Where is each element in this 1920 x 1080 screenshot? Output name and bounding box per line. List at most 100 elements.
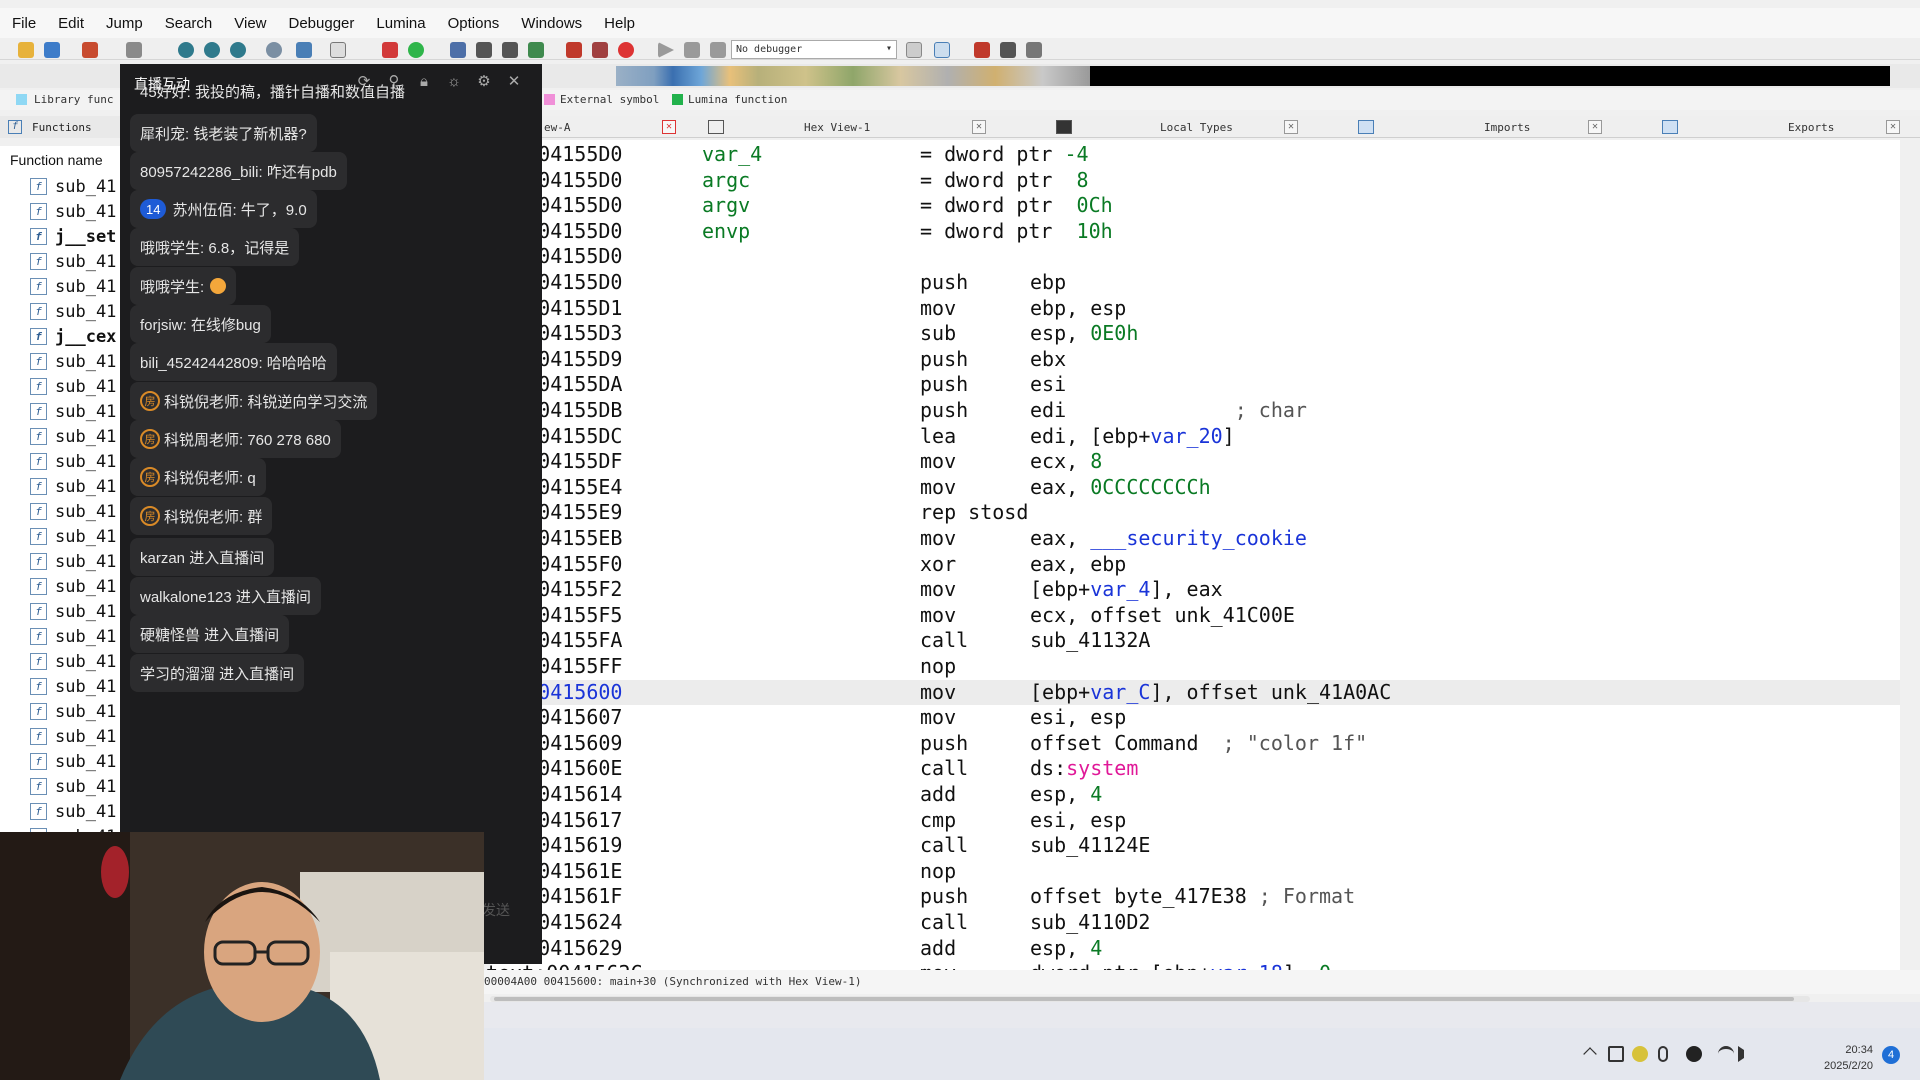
disasm-line[interactable]: xt:004155D9 push ebx xyxy=(490,347,1900,372)
disasm-line[interactable]: xt:004155EB mov eax, ___security_cookie xyxy=(490,526,1900,551)
functions-list[interactable]: Function name f sub_41 f sub_41 f j__set f sub_… xyxy=(0,146,120,847)
menu-debugger[interactable]: Debugger xyxy=(289,15,355,32)
disasm-line[interactable]: xt:00415617 cmp esi, esp xyxy=(490,808,1900,833)
disasm-line[interactable]: xt:004155F2 mov [ebp+var_4], eax xyxy=(490,577,1900,602)
names-icon[interactable] xyxy=(476,42,492,58)
lock-icon[interactable]: 🔒︎ xyxy=(414,72,434,92)
enums-icon[interactable] xyxy=(528,42,544,58)
function-row[interactable]: f sub_41 xyxy=(0,424,120,449)
record-icon[interactable] xyxy=(618,42,634,58)
function-row[interactable]: f sub_41 xyxy=(0,399,120,424)
function-row[interactable]: f sub_41 xyxy=(0,199,120,224)
function-row[interactable]: f sub_41 xyxy=(0,799,120,824)
usb-icon[interactable] xyxy=(1608,1046,1624,1062)
play-icon[interactable] xyxy=(658,42,674,58)
structs-icon[interactable] xyxy=(502,42,518,58)
disasm-line[interactable]: xt:004155D0 var_4 = dword ptr -4 xyxy=(490,142,1900,167)
function-row[interactable]: f j__cex xyxy=(0,324,120,349)
disasm-line[interactable]: xt:004155DF mov ecx, 8 xyxy=(490,449,1900,474)
disasm-line[interactable]: xt:0041561E nop xyxy=(490,859,1900,884)
disasm-line[interactable]: xt:004155E9 rep stosd xyxy=(490,500,1900,525)
forward-icon[interactable] xyxy=(126,42,142,58)
taskbar-clock[interactable]: 20:34 2025/2/20 xyxy=(1824,1042,1873,1074)
attach-icon[interactable] xyxy=(906,42,922,58)
breakpoint-icon[interactable] xyxy=(382,42,398,58)
function-row[interactable]: f sub_41 xyxy=(0,774,120,799)
wifi-icon[interactable] xyxy=(1718,1046,1734,1062)
close-icon[interactable]: ✕ xyxy=(1886,120,1900,134)
disasm-line[interactable]: xt:00415600 mov [ebp+var_C], offset unk_41… xyxy=(490,679,1900,705)
disasm-line[interactable]: xt:004155D0 argv = dword ptr 0Ch xyxy=(490,193,1900,218)
volume-icon[interactable] xyxy=(1738,1046,1746,1062)
close-icon[interactable]: ✕ xyxy=(662,120,676,134)
menu-windows[interactable]: Windows xyxy=(521,15,582,32)
function-row[interactable]: f sub_41 xyxy=(0,674,120,699)
menu-jump[interactable]: Jump xyxy=(106,15,143,32)
bulb-icon[interactable]: ☼ xyxy=(444,72,464,92)
notification-badge[interactable]: 4 xyxy=(1882,1046,1900,1064)
disasm-line[interactable]: xt:00415607 mov esi, esp xyxy=(490,705,1900,730)
disasm-line[interactable]: xt:00415614 add esp, 4 xyxy=(490,782,1900,807)
close-icon[interactable]: ✕ xyxy=(972,120,986,134)
disasm-line[interactable]: xt:004155DB push edi ; char xyxy=(490,398,1900,423)
disasm-line[interactable]: xt:004155D1 mov ebp, esp xyxy=(490,296,1900,321)
app-tray-icon[interactable] xyxy=(1632,1046,1648,1062)
layout-icon[interactable] xyxy=(974,42,990,58)
function-row[interactable]: f sub_41 xyxy=(0,274,120,299)
function-row[interactable]: f sub_41 xyxy=(0,174,120,199)
close-icon[interactable]: ✕ xyxy=(1284,120,1298,134)
pause-icon[interactable] xyxy=(684,42,700,58)
debugger-select[interactable]: No debugger ▾ xyxy=(731,40,897,59)
back-icon[interactable] xyxy=(82,42,98,58)
chevron-up-icon[interactable] xyxy=(1583,1047,1597,1061)
tab-exports[interactable]: Exports ✕ xyxy=(1620,116,1920,138)
graph-icon[interactable] xyxy=(178,42,194,58)
function-row[interactable]: f sub_41 xyxy=(0,549,120,574)
disasm-line[interactable]: xt:004155D3 sub esp, 0E0h xyxy=(490,321,1900,346)
function-row[interactable]: f sub_41 xyxy=(0,499,120,524)
menu-view[interactable]: View xyxy=(234,15,266,32)
disasm-line[interactable]: xt:00415629 add esp, 4 xyxy=(490,936,1900,961)
save-icon[interactable] xyxy=(44,42,60,58)
text-icon[interactable] xyxy=(330,42,346,58)
open-icon[interactable] xyxy=(18,42,34,58)
tab-imports[interactable]: Imports ✕ xyxy=(1316,116,1626,138)
menu-lumina[interactable]: Lumina xyxy=(376,15,425,32)
function-row[interactable]: f sub_41 xyxy=(0,749,120,774)
microphone-icon[interactable] xyxy=(1658,1046,1668,1062)
disasm-line[interactable]: xt:00415619 call sub_41124E xyxy=(490,833,1900,858)
disassembly-view[interactable]: xt:004155D0 var_4 = dword ptr -4 xt:004155D… xyxy=(474,140,1900,985)
close-icon[interactable]: ✕ xyxy=(1588,120,1602,134)
menu-search[interactable]: Search xyxy=(165,15,213,32)
settings-icon[interactable]: ⚙ xyxy=(474,72,494,92)
tab-ida-view[interactable]: ew-A ✕ xyxy=(540,116,680,138)
function-row[interactable]: f j__set xyxy=(0,224,120,249)
debug-target-icon[interactable] xyxy=(266,42,282,58)
disasm-line[interactable]: xt:004155DC lea edi, [ebp+var_20] xyxy=(490,424,1900,449)
functions-header[interactable]: Function name xyxy=(0,146,120,174)
disasm-line[interactable]: xt:004155F5 mov ecx, offset unk_41C00E xyxy=(490,603,1900,628)
list-icon[interactable] xyxy=(1000,42,1016,58)
function-row[interactable]: f sub_41 xyxy=(0,599,120,624)
scrollbar-thumb[interactable] xyxy=(494,997,1794,1001)
function-row[interactable]: f sub_41 xyxy=(0,624,120,649)
disasm-line[interactable]: xt:004155D0 envp = dword ptr 10h xyxy=(490,219,1900,244)
disasm-line[interactable]: xt:004155FA call sub_41132A xyxy=(490,628,1900,653)
close-circle-icon[interactable] xyxy=(1686,1046,1702,1062)
disasm-line[interactable]: xt:00415624 call sub_4110D2 xyxy=(490,910,1900,935)
lumina-icon[interactable] xyxy=(408,42,424,58)
disasm-line[interactable]: xt:0041560E call ds:system xyxy=(490,756,1900,781)
menu-options[interactable]: Options xyxy=(448,15,500,32)
send-button[interactable]: 发送 xyxy=(482,900,510,920)
disasm-line[interactable]: xt:004155F0 xor eax, ebp xyxy=(490,552,1900,577)
proximity-icon[interactable] xyxy=(204,42,220,58)
disasm-line[interactable]: xt:004155D0 argc = dword ptr 8 xyxy=(490,168,1900,193)
tab-hex-view[interactable]: Hex View-1 ✕ xyxy=(708,116,1008,138)
function-row[interactable]: f sub_41 xyxy=(0,249,120,274)
refresh-icon[interactable] xyxy=(934,42,950,58)
tools-icon[interactable] xyxy=(592,42,608,58)
function-row[interactable]: f sub_41 xyxy=(0,374,120,399)
close-icon[interactable]: ✕ xyxy=(504,72,524,92)
disasm-line[interactable]: xt:004155FF nop xyxy=(490,654,1900,679)
stop-icon[interactable] xyxy=(566,42,582,58)
